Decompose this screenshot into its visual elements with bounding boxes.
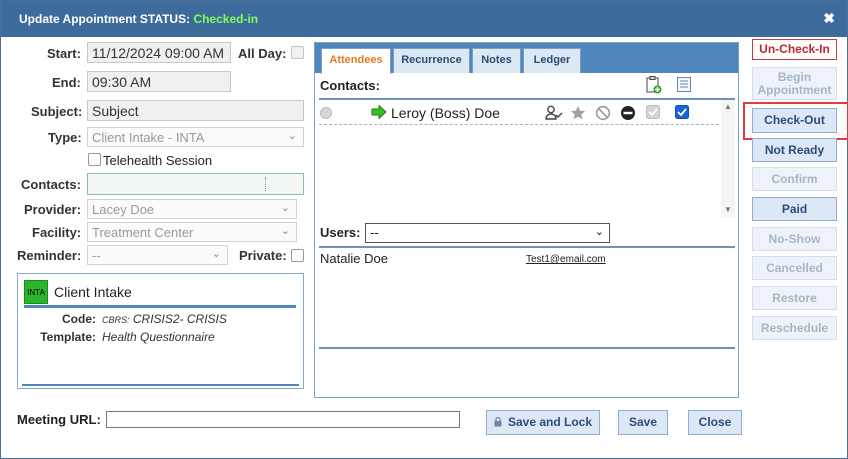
star-icon[interactable] (570, 105, 586, 124)
minus-circle-icon[interactable] (620, 105, 636, 124)
template-label: Template: (40, 330, 96, 344)
start-field[interactable]: 11/12/2024 09:00 AM (87, 42, 231, 63)
chevron-down-icon: ⌄ (280, 202, 290, 214)
dialog-title-text: Update Appointment STATUS: (19, 12, 191, 26)
chevron-down-icon: ⌄ (594, 226, 604, 238)
users-list: Natalie Doe Test1@email.com (319, 246, 735, 349)
contact-name: Leroy (Boss) Doe (391, 105, 500, 121)
start-label: Start: (47, 46, 81, 61)
facility-value: Treatment Center (92, 225, 194, 240)
restore-button[interactable]: Restore (752, 286, 837, 310)
attendee-contacts-label: Contacts: (320, 78, 380, 93)
begin-appointment-button[interactable]: Begin Appointment (752, 67, 837, 100)
lock-icon (494, 412, 502, 435)
meeting-url-label: Meeting URL: (17, 412, 101, 427)
appointment-dialog: Update Appointment STATUS: Checked-in ✖ … (0, 0, 848, 459)
provider-value: Lacey Doe (92, 202, 155, 217)
code-prefix: CBRS: (102, 315, 130, 325)
users-label: Users: (320, 225, 361, 240)
reminder-select[interactable]: -- ⌄ (87, 245, 228, 265)
scroll-down-icon[interactable]: ▼ (724, 205, 732, 214)
provider-label: Provider: (24, 202, 82, 217)
type-value: Client Intake - INTA (92, 130, 205, 145)
facility-select[interactable]: Treatment Center ⌄ (87, 222, 297, 242)
add-contact-icon[interactable] (646, 76, 662, 97)
private-checkbox[interactable] (291, 249, 304, 262)
appointment-type-info: INTA Client Intake Code: CBRS: CRISIS2- C… (17, 273, 304, 389)
cancelled-button[interactable]: Cancelled (752, 256, 837, 280)
ban-icon[interactable] (595, 105, 611, 124)
contacts-label: Contacts: (21, 177, 81, 192)
check-out-button[interactable]: Check-Out (752, 108, 837, 133)
contacts-list: Leroy (Boss) Doe ▲ ▼ (319, 98, 735, 217)
save-button[interactable]: Save (618, 410, 668, 435)
end-field[interactable]: 09:30 AM (87, 71, 231, 92)
tab-notes[interactable]: Notes (472, 48, 521, 73)
list-view-icon[interactable] (677, 77, 691, 95)
dialog-title: Update Appointment STATUS: Checked-in (19, 12, 258, 26)
attendees-panel: Attendees Recurrence Notes Ledger Contac… (314, 42, 739, 398)
provider-select[interactable]: Lacey Doe ⌄ (87, 199, 297, 219)
no-show-button[interactable]: No-Show (752, 227, 837, 251)
paid-button[interactable]: Paid (752, 197, 837, 221)
reschedule-button[interactable]: Reschedule (752, 316, 837, 340)
private-label: Private: (239, 248, 287, 263)
inta-badge: INTA (24, 280, 48, 304)
status-text: Checked-in (193, 12, 259, 26)
code-value: CRISIS2- CRISIS (132, 312, 227, 326)
tab-recurrence[interactable]: Recurrence (393, 48, 470, 73)
telehealth-checkbox[interactable] (88, 153, 101, 166)
end-label: End: (52, 75, 81, 90)
template-value: Health Questionnaire (102, 330, 215, 344)
dialog-titlebar: Update Appointment STATUS: Checked-in ✖ (1, 1, 847, 37)
un-check-in-button[interactable]: Un-Check-In (752, 39, 837, 60)
code-label: Code: (62, 312, 96, 326)
reminder-value: -- (92, 248, 101, 263)
users-select[interactable]: -- ⌄ (365, 223, 610, 243)
info-title: Client Intake (54, 284, 132, 300)
close-icon[interactable]: ✖ (823, 10, 835, 27)
tab-attendees[interactable]: Attendees (321, 48, 391, 74)
contact-radio[interactable] (320, 107, 332, 119)
users-select-value: -- (370, 225, 379, 240)
all-day-label: All Day: (238, 46, 287, 61)
chevron-down-icon: ⌄ (211, 248, 221, 260)
arrow-right-icon (371, 104, 387, 122)
close-button[interactable]: Close (688, 410, 742, 435)
all-day-checkbox[interactable] (291, 46, 304, 59)
disabled-checkbox-icon (646, 105, 660, 122)
type-label: Type: (48, 130, 82, 145)
attendee-checkbox[interactable] (675, 105, 689, 122)
info-bottom-divider (22, 384, 299, 386)
user-name: Natalie Doe (320, 251, 388, 266)
telehealth-label: Telehealth Session (103, 153, 213, 168)
contacts-divider (265, 177, 266, 191)
contacts-scrollbar[interactable]: ▲ ▼ (721, 100, 735, 217)
reminder-label: Reminder: (17, 248, 82, 263)
code-row: Code: CBRS: CRISIS2- CRISIS (24, 312, 227, 326)
tab-ledger[interactable]: Ledger (523, 48, 581, 73)
facility-label: Facility: (32, 225, 82, 240)
chevron-down-icon: ⌄ (280, 225, 290, 237)
contacts-field[interactable] (87, 173, 304, 195)
user-email-link[interactable]: Test1@email.com (526, 254, 606, 265)
info-divider (24, 305, 296, 308)
template-row: Template: Health Questionnaire (24, 330, 215, 344)
meeting-url-input[interactable] (106, 411, 460, 428)
save-and-lock-button[interactable]: Save and Lock (486, 410, 600, 435)
not-ready-button[interactable]: Not Ready (752, 138, 837, 162)
chevron-down-icon: ⌄ (287, 130, 297, 142)
user-check-icon[interactable] (545, 105, 563, 124)
confirm-button[interactable]: Confirm (752, 167, 837, 191)
subject-label: Subject: (31, 104, 83, 119)
save-and-lock-label: Save and Lock (507, 415, 593, 429)
type-select[interactable]: Client Intake - INTA ⌄ (87, 127, 304, 147)
tab-bar: Attendees Recurrence Notes Ledger (315, 43, 738, 74)
subject-field[interactable]: Subject (87, 100, 304, 121)
scroll-up-icon[interactable]: ▲ (724, 102, 732, 111)
list-item[interactable]: Leroy (Boss) Doe (319, 101, 719, 125)
